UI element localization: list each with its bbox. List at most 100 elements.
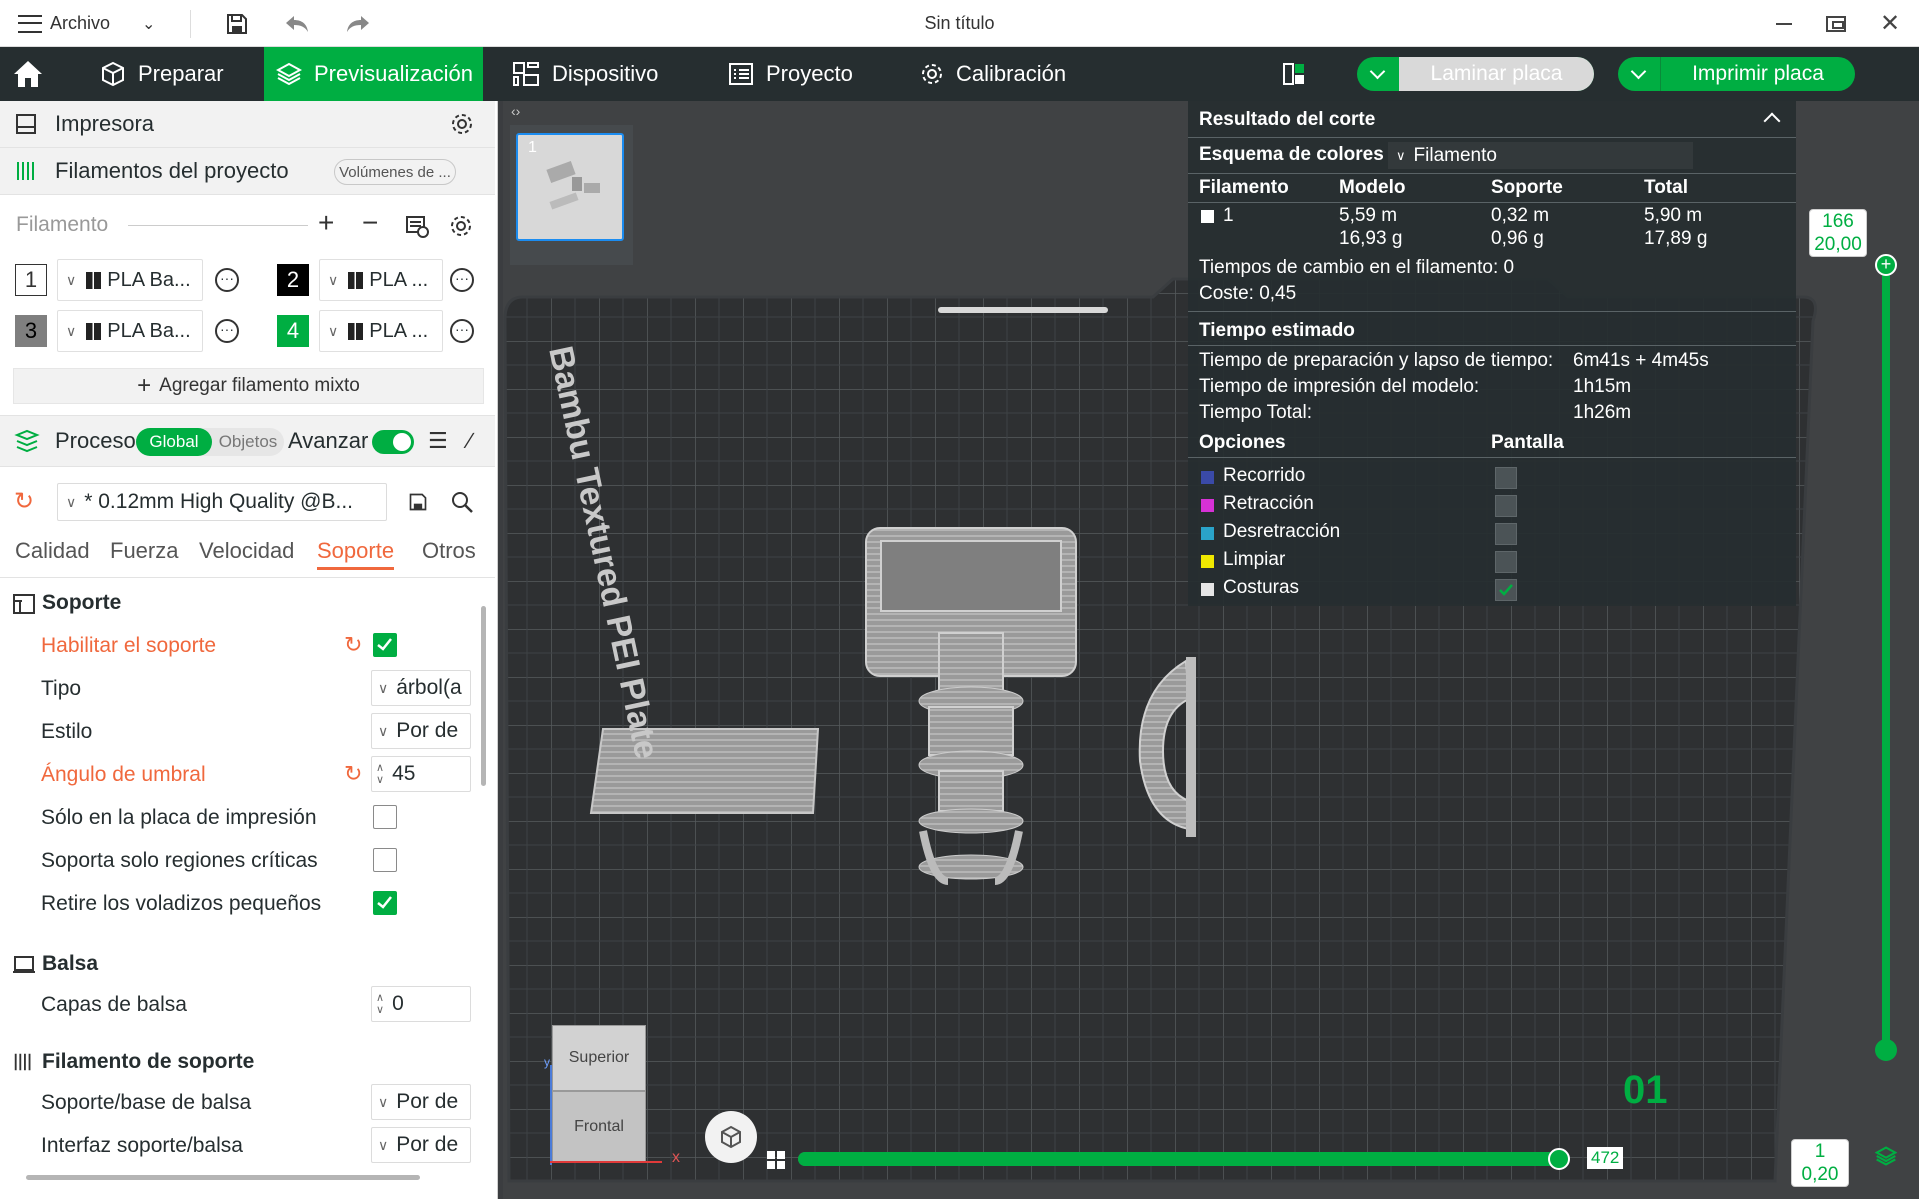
menu-button[interactable]: Archivo ⌄ [18, 0, 155, 47]
filament-dropdown-4[interactable]: ∨ PLA ... [319, 310, 443, 352]
subtab-others[interactable]: Otros [422, 538, 476, 564]
maximize-button[interactable] [1826, 0, 1846, 47]
tab-preview[interactable]: Previsualización [264, 47, 483, 101]
option-display-checkbox[interactable] [1495, 467, 1517, 489]
more-options-icon[interactable]: ··· [215, 268, 239, 292]
tab-device[interactable]: Dispositivo [512, 47, 658, 101]
view-cube-top[interactable]: Superior [569, 1049, 629, 1067]
tab-prepare-label: Preparar [138, 61, 224, 86]
more-options-icon[interactable]: ··· [215, 319, 239, 343]
total-time-value: 1h26m [1573, 402, 1632, 423]
preset-name: * 0.12mm High Quality @B... [84, 490, 353, 513]
plate-thumbnail[interactable]: 1 [510, 125, 633, 265]
view-cube[interactable]: Superior Frontal y x [544, 1025, 680, 1166]
reset-icon[interactable]: ↻ [14, 487, 34, 516]
close-button[interactable]: ✕ [1880, 0, 1900, 47]
move-slider-fill [798, 1152, 1558, 1166]
subtab-speed[interactable]: Velocidad [199, 538, 294, 564]
collapse-icon[interactable]: ‹› [511, 103, 520, 119]
collapse-panel-button[interactable] [1763, 112, 1781, 130]
stepper-icon[interactable]: ∧ ∨ [376, 762, 384, 786]
print-dropdown-button[interactable] [1618, 57, 1658, 91]
subtab-support[interactable]: Soporte [317, 538, 395, 570]
option-display-checkbox[interactable] [1495, 523, 1517, 545]
tab-project[interactable]: Proyecto [728, 47, 853, 101]
device-icon [512, 61, 540, 87]
enable-support-checkbox[interactable] [373, 633, 397, 657]
layer-bottom-label: 1 0,20 [1791, 1139, 1849, 1187]
layer-top-thumb[interactable]: + [1875, 254, 1897, 276]
option-display-checkbox[interactable] [1495, 579, 1517, 601]
project-filaments-section[interactable]: Filamentos del proyecto Volúmenes de ... [0, 148, 495, 195]
save-preset-icon[interactable] [408, 492, 428, 512]
add-filament-button[interactable]: + [318, 207, 334, 239]
option-label: Recorrido [1223, 465, 1306, 486]
subtab-strength[interactable]: Fuerza [110, 538, 178, 564]
advanced-toggle[interactable] [372, 430, 414, 454]
critical-only-checkbox[interactable] [373, 848, 397, 872]
option-color-swatch [1201, 527, 1214, 540]
reset-icon[interactable]: ↻ [344, 632, 362, 658]
more-options-icon[interactable]: ··· [450, 319, 474, 343]
volumes-button[interactable]: Volúmenes de ... [334, 159, 456, 185]
print-plate-button[interactable]: Imprimir placa [1660, 57, 1855, 91]
slice-plate-button[interactable]: Laminar placa [1399, 57, 1594, 91]
filament-brand-icon [348, 322, 364, 340]
option-label: Desretracción [1223, 521, 1341, 542]
layer-bottom-thumb[interactable] [1875, 1039, 1897, 1061]
view-cube-front[interactable]: Frontal [574, 1118, 624, 1136]
type-dropdown[interactable]: ∨ árbol(a [371, 670, 471, 706]
undo-button[interactable] [284, 0, 310, 47]
layout-toggle-button[interactable] [1282, 47, 1306, 101]
save-button[interactable] [225, 0, 249, 47]
vertical-scrollbar[interactable] [481, 606, 486, 786]
slice-dropdown-button[interactable] [1357, 57, 1397, 91]
add-mixed-filament-button[interactable]: + Agregar filamento mixto [13, 368, 484, 404]
search-icon[interactable] [450, 490, 474, 514]
chevron-down-icon[interactable]: ⌄ [142, 14, 155, 34]
compare-icon[interactable]: ∕ [468, 428, 472, 454]
move-slider-track[interactable] [798, 1148, 1570, 1170]
option-display-checkbox[interactable] [1495, 551, 1517, 573]
filament-dropdown-1[interactable]: ∨ PLA Ba... [57, 259, 203, 301]
setting-enable-support: Habilitar el soporte ↻ [0, 624, 470, 667]
plate-badge: 01 [1623, 1068, 1668, 1112]
filament-dropdown-2[interactable]: ∨ PLA ... [319, 259, 443, 301]
reset-icon[interactable]: ↻ [344, 761, 362, 787]
reset-view-button[interactable] [705, 1111, 757, 1163]
filament-dropdown-3[interactable]: ∨ PLA Ba... [57, 310, 203, 352]
remove-filament-button[interactable]: − [362, 207, 378, 239]
on-build-plate-checkbox[interactable] [373, 805, 397, 829]
style-dropdown[interactable]: ∨ Por de [371, 713, 471, 749]
support-interface-dropdown[interactable]: ∨ Por de [371, 1127, 471, 1163]
redo-button[interactable] [345, 0, 371, 47]
support-base-dropdown[interactable]: ∨ Por de [371, 1084, 471, 1120]
layer-slider-track[interactable] [1882, 259, 1890, 1047]
more-options-icon[interactable]: ··· [450, 268, 474, 292]
row-model-weight: 16,93 g [1339, 228, 1403, 249]
objects-option[interactable]: Objetos [212, 428, 284, 456]
global-option[interactable]: Global [136, 428, 212, 456]
tab-prepare[interactable]: Preparar [100, 47, 224, 101]
minimize-button[interactable] [1776, 0, 1792, 47]
printer-section[interactable]: Impresora [0, 101, 495, 148]
horizontal-scrollbar[interactable] [26, 1175, 420, 1180]
gear-icon[interactable] [449, 214, 473, 238]
list-view-icon[interactable]: ☰ [428, 428, 448, 454]
raft-layers-input[interactable]: ∧ ∨ 0 [371, 986, 471, 1022]
tab-calibration[interactable]: Calibración [920, 47, 1066, 101]
move-slider-thumb[interactable] [1548, 1148, 1570, 1170]
stepper-icon[interactable]: ∧ ∨ [376, 992, 384, 1016]
print-plate-group: Imprimir placa [1618, 57, 1855, 91]
subtab-quality[interactable]: Calidad [15, 538, 90, 564]
threshold-angle-input[interactable]: ∧ ∨ 45 [371, 756, 471, 792]
layers-icon[interactable] [1875, 1145, 1897, 1167]
home-button[interactable] [12, 47, 48, 101]
global-objects-toggle[interactable]: Global Objetos [136, 428, 284, 456]
gear-icon[interactable] [450, 112, 474, 136]
remove-small-overhangs-checkbox[interactable] [373, 891, 397, 915]
filament-sync-icon[interactable] [405, 214, 429, 238]
color-scheme-dropdown[interactable]: ∨ Filamento [1388, 142, 1693, 169]
option-display-checkbox[interactable] [1495, 495, 1517, 517]
preset-dropdown[interactable]: ∨ * 0.12mm High Quality @B... [57, 483, 387, 521]
